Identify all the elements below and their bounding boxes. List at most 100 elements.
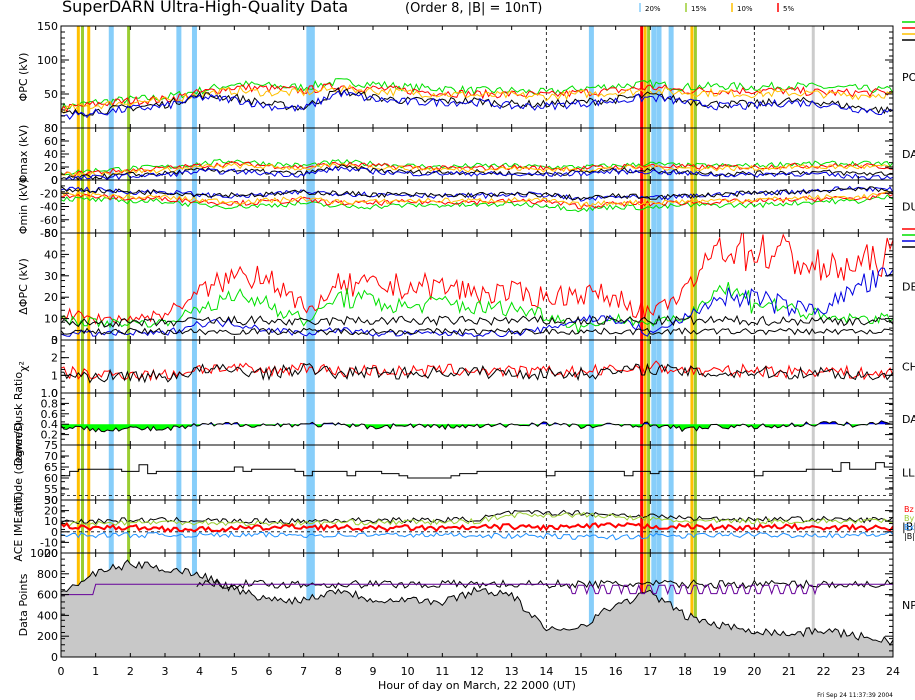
event-marker — [693, 393, 697, 445]
panel-latitude: 505560657075Latitude (degrees)LLA — [12, 422, 915, 524]
series-line-|B| — [61, 509, 893, 525]
event-marker — [668, 393, 674, 445]
event-marker — [87, 500, 91, 553]
x-tick-label: 7 — [300, 665, 307, 678]
event-marker — [176, 180, 182, 233]
right-panel-label: DE — [902, 281, 915, 294]
event-marker — [176, 393, 182, 445]
panel-phi-pc: 050100150ΦPC (kV)PO PO — [17, 20, 915, 135]
event-marker — [693, 26, 697, 128]
x-tick-label: 19 — [713, 665, 727, 678]
y-axis-label: ACE IMF (nT) — [12, 491, 25, 561]
y-tick-label: 1 — [51, 369, 58, 382]
y-tick-label: 200 — [37, 630, 58, 643]
x-tick-label: 1 — [92, 665, 99, 678]
event-marker — [108, 445, 114, 500]
x-tick-label: 12 — [470, 665, 484, 678]
panel-content — [61, 180, 893, 233]
panel-content — [61, 233, 893, 340]
series-line-red — [61, 233, 893, 325]
event-marker — [668, 180, 674, 233]
y-tick-label: 60 — [44, 135, 58, 148]
x-axis-label: Hour of day on March, 22 2000 (UT) — [378, 679, 576, 692]
right-panel-label: NP — [902, 599, 915, 612]
x-tick-label: 16 — [609, 665, 623, 678]
series-line-black-lower — [61, 327, 893, 336]
x-tick-label: 10 — [401, 665, 415, 678]
y-tick-label: 20 — [44, 291, 58, 304]
x-tick-label: 4 — [196, 665, 203, 678]
y-tick-label: 400 — [37, 609, 58, 622]
chart-canvas: SuperDARN Ultra-High-Quality Data (Order… — [12, 0, 915, 699]
event-marker — [127, 26, 131, 128]
event-marker — [656, 26, 662, 128]
right-panel-label: DU — [902, 201, 915, 214]
y-tick-label: 50 — [44, 227, 58, 240]
x-tick-label: 23 — [851, 665, 865, 678]
event-marker — [640, 393, 644, 445]
y-tick-label: 3 — [51, 334, 58, 347]
event-marker — [309, 180, 315, 233]
right-panel-label: DA — [902, 413, 915, 426]
event-marker — [643, 128, 647, 180]
series-line-black-upper — [61, 314, 893, 328]
event-marker — [656, 233, 662, 340]
event-marker — [647, 128, 651, 180]
y-tick-label: 20 — [44, 161, 58, 174]
event-marker — [191, 393, 197, 445]
event-marker — [693, 445, 697, 500]
event-marker — [651, 445, 657, 500]
event-marker — [87, 445, 91, 500]
event-marker — [127, 180, 131, 233]
event-marker — [643, 26, 647, 128]
event-marker — [651, 128, 657, 180]
marker-legend-label: 20% — [645, 5, 661, 13]
right-panel-label: DA — [902, 148, 915, 161]
event-marker — [176, 445, 182, 500]
event-marker — [588, 26, 594, 128]
panel-chi-squared: 0123χ² CH — [17, 334, 915, 400]
event-marker — [108, 393, 114, 445]
event-marker — [76, 393, 80, 445]
y-axis-label: Φmax (kV) — [17, 125, 30, 184]
x-tick-label: 3 — [162, 665, 169, 678]
event-marker — [640, 180, 644, 233]
y-tick-label: 80 — [44, 122, 58, 135]
event-marker — [643, 393, 647, 445]
event-marker — [76, 340, 80, 393]
y-tick-label: 30 — [44, 494, 58, 507]
y-tick-label: 75 — [44, 439, 58, 452]
panel-ace-imf: -20-100102030ACE IMF (nT)|B|BzByBx|B| — [12, 491, 915, 561]
y-tick-label: 600 — [37, 589, 58, 602]
event-marker — [690, 26, 694, 128]
event-marker — [80, 340, 84, 393]
marker-legend-label: 15% — [691, 5, 707, 13]
event-marker — [108, 340, 114, 393]
panel-frame — [60, 339, 894, 394]
timestamp: Fri Sep 24 11:37:39 2004 — [817, 692, 893, 699]
x-tick-label: 9 — [370, 665, 377, 678]
event-marker — [643, 180, 647, 233]
y-axis-label: χ² — [17, 361, 30, 372]
event-marker — [647, 393, 651, 445]
event-marker — [643, 340, 647, 393]
x-tick-label: 8 — [335, 665, 342, 678]
panel-content — [61, 26, 893, 128]
event-marker — [640, 233, 644, 340]
panel-content — [61, 553, 893, 657]
event-marker — [191, 26, 197, 128]
event-marker — [588, 393, 594, 445]
panel-frame — [60, 25, 894, 129]
event-marker — [176, 340, 182, 393]
event-marker — [191, 340, 197, 393]
y-tick-label: 100 — [37, 54, 58, 67]
event-marker — [668, 445, 674, 500]
marker-legend-label: 5% — [783, 5, 794, 13]
x-axis: 0 1 2 3 4 5 6 7 8 9 10 11 12 13 14 15 16 17 18 19 20 21 22 23 24 — [58, 665, 901, 678]
panel-frame — [60, 392, 894, 446]
y-tick-label: -20 — [40, 187, 58, 200]
x-tick-label: 24 — [886, 665, 900, 678]
y-tick-label: 0 — [51, 651, 58, 664]
panel-content — [61, 128, 893, 180]
y-tick-label: 40 — [44, 148, 58, 161]
